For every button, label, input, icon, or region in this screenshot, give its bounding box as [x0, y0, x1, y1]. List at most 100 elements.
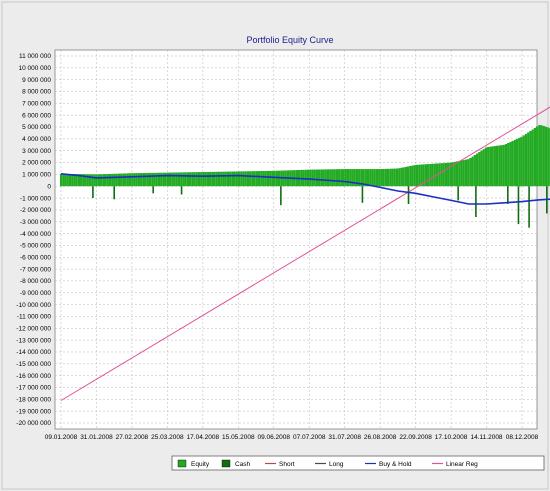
- equity-bar: [329, 169, 332, 187]
- x-tick-label: 22.09.2008: [399, 434, 432, 441]
- y-tick-label: -20 000 000: [16, 420, 51, 427]
- equity-bar: [128, 173, 132, 187]
- equity-bar: [511, 140, 514, 187]
- equity-bar: [304, 169, 307, 187]
- y-tick-label: -9 000 000: [20, 290, 51, 297]
- x-tick-label: 15.05.2008: [222, 434, 255, 441]
- legend-label: Linear Reg: [446, 461, 478, 468]
- x-tick-label: 31.01.2008: [80, 434, 113, 441]
- equity-bar: [536, 126, 539, 187]
- equity-bar: [315, 169, 319, 187]
- y-tick-label: -2 000 000: [20, 207, 51, 214]
- equity-bar: [395, 168, 399, 187]
- y-tick-label: -4 000 000: [20, 231, 51, 238]
- equity-bar: [146, 172, 149, 187]
- equity-bar: [349, 169, 352, 187]
- equity-bar: [344, 169, 347, 187]
- equity-bar: [529, 130, 532, 187]
- equity-bar: [140, 173, 143, 187]
- equity-bar: [402, 167, 405, 187]
- cash-bar: [407, 186, 410, 204]
- equity-bar: [202, 172, 205, 187]
- equity-bar: [369, 169, 372, 187]
- equity-bar: [260, 171, 263, 187]
- equity-bar: [95, 174, 98, 187]
- equity-bar: [137, 173, 141, 187]
- legend: Equity Cash Short Long Buy & Hold Linear Reg: [171, 455, 545, 471]
- equity-bar: [453, 161, 456, 187]
- equity-bar: [126, 173, 129, 187]
- equity-bar: [93, 174, 96, 187]
- equity-bar: [389, 168, 392, 187]
- equity-bar: [135, 173, 138, 187]
- cash-bar: [92, 186, 94, 199]
- cash-bar: [280, 186, 282, 206]
- equity-bar: [538, 124, 541, 187]
- equity-bar: [124, 173, 127, 187]
- equity-bar: [524, 133, 528, 187]
- equity-bar: [100, 174, 103, 187]
- equity-bar: [62, 173, 65, 187]
- x-tick-label: 07.07.2008: [293, 434, 326, 441]
- equity-bar: [113, 173, 116, 187]
- y-tick-label: 6 000 000: [22, 112, 51, 119]
- equity-bar: [164, 172, 167, 187]
- equity-bar: [462, 160, 465, 187]
- equity-bar: [331, 169, 334, 187]
- y-tick-label: -10 000 000: [16, 302, 51, 309]
- equity-bar: [442, 163, 445, 187]
- equity-bar: [91, 174, 94, 187]
- equity-bar: [251, 171, 254, 187]
- y-tick-label: -11 000 000: [17, 314, 52, 321]
- equity-bar: [197, 172, 201, 187]
- equity-bar: [455, 161, 459, 187]
- cash-bar: [475, 186, 477, 218]
- y-tick-label: -3 000 000: [20, 219, 51, 226]
- equity-bar: [409, 165, 412, 187]
- cash-bar: [361, 186, 364, 203]
- equity-bar: [242, 171, 245, 187]
- equity-bar: [531, 129, 534, 187]
- equity-bar: [520, 136, 523, 187]
- x-tick-label: 25.03.2008: [151, 434, 184, 441]
- legend-swatch: [221, 459, 231, 468]
- y-tick-label: 2 000 000: [22, 160, 51, 167]
- y-tick-label: -6 000 000: [20, 254, 51, 261]
- equity-bar: [222, 171, 225, 187]
- equity-bar: [175, 172, 178, 187]
- equity-bar: [391, 168, 394, 187]
- y-tick-label: -12 000 000: [16, 325, 51, 332]
- equity-bar: [380, 169, 383, 187]
- equity-bar: [173, 172, 176, 187]
- equity-bar: [275, 170, 278, 187]
- equity-bar: [249, 171, 252, 187]
- equity-bar: [404, 166, 407, 187]
- y-tick-label: -15 000 000: [16, 361, 51, 368]
- equity-bar: [484, 147, 488, 187]
- x-tick-label: 17.10.2008: [435, 434, 468, 441]
- y-tick-label: -18 000 000: [16, 397, 51, 404]
- equity-bar: [487, 146, 490, 187]
- equity-bar: [498, 145, 501, 187]
- legend-item: Equity: [177, 459, 210, 468]
- equity-bar: [418, 164, 421, 187]
- equity-bar: [180, 172, 183, 187]
- equity-bar: [160, 172, 163, 187]
- equity-bar: [142, 173, 145, 187]
- equity-bar: [253, 171, 256, 187]
- y-tick-label: -1 000 000: [20, 195, 51, 202]
- y-tick-label: -19 000 000: [16, 408, 51, 415]
- equity-bar: [489, 146, 492, 187]
- legend-label: Buy & Hold: [379, 461, 412, 468]
- equity-bar: [460, 160, 463, 187]
- equity-bar: [246, 171, 250, 187]
- equity-bar: [60, 173, 63, 187]
- equity-bar: [166, 172, 169, 187]
- y-tick-label: -14 000 000: [16, 349, 51, 356]
- equity-bar: [447, 162, 450, 187]
- equity-bar: [366, 169, 370, 187]
- equity-bar: [215, 171, 218, 187]
- legend-label: Cash: [235, 461, 251, 468]
- equity-bar: [257, 171, 261, 187]
- equity-bar: [191, 172, 194, 187]
